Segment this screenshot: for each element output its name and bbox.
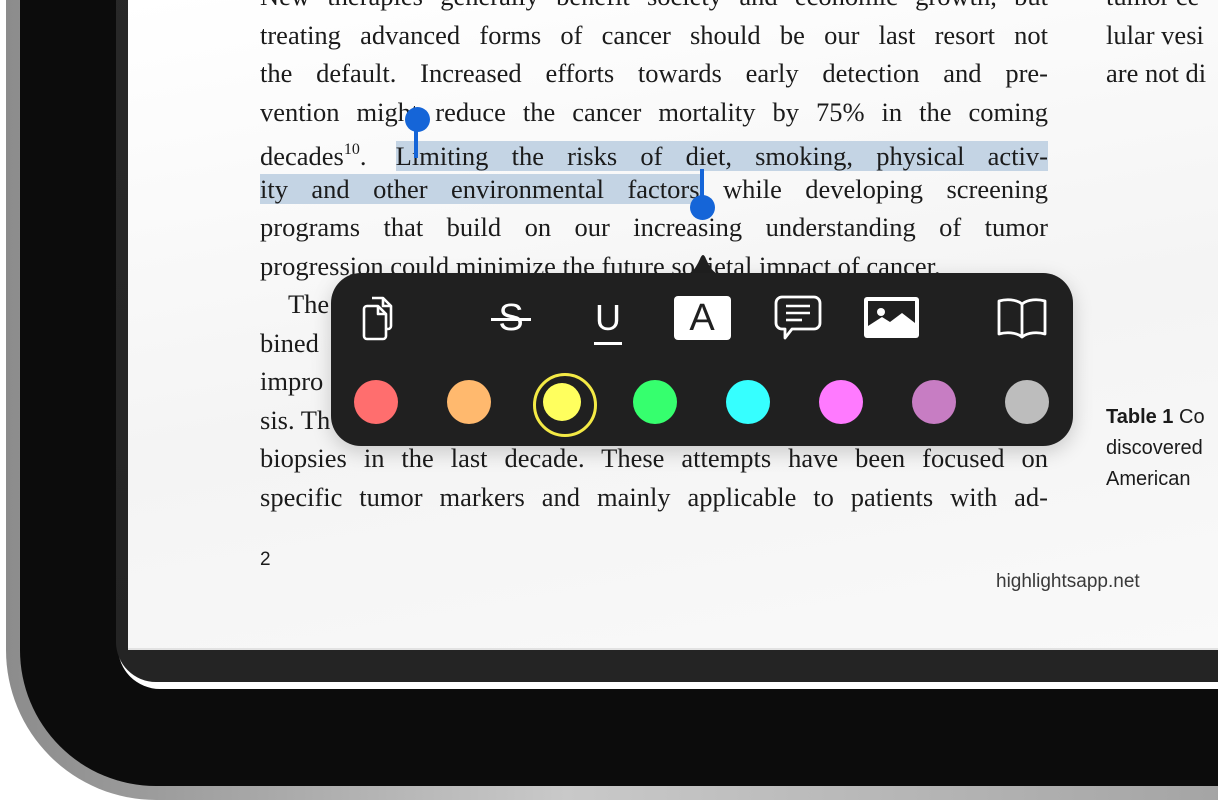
color-swatch-pink[interactable] <box>819 380 863 424</box>
comment-button[interactable] <box>768 291 828 345</box>
text-segment[interactable]: decades <box>260 141 344 171</box>
right-text-column[interactable]: tumor ce lular vesi are not di <box>1106 0 1218 93</box>
text-line[interactable]: tumor ce <box>1106 0 1218 16</box>
color-swatch-purple[interactable] <box>912 380 956 424</box>
selection-start-caret <box>414 130 418 158</box>
caption-text: Co <box>1173 406 1205 428</box>
text-line[interactable]: vention might reduce the cancer mortalit… <box>260 93 1048 132</box>
underline-icon: U <box>594 300 622 345</box>
text-line-selection-end[interactable]: ity and other environmental factors whil… <box>260 170 1048 209</box>
text-line[interactable]: lular vesi <box>1106 16 1218 55</box>
selected-text[interactable]: Limiting the risks of diet, smoking, phy… <box>395 141 1048 171</box>
text-line[interactable]: are not di <box>1106 54 1218 93</box>
underline-button[interactable]: U <box>578 291 638 345</box>
highlight-icon: A <box>673 296 731 340</box>
caption-text: American <box>1106 468 1191 490</box>
text-segment[interactable]: . <box>360 141 390 171</box>
table-caption[interactable]: Table 1 Co discovered American <box>1106 402 1218 495</box>
color-swatch-yellow[interactable] <box>533 373 597 437</box>
color-swatch-orange[interactable] <box>447 380 491 424</box>
color-swatch-cyan[interactable] <box>726 380 770 424</box>
text-line[interactable]: treating advanced forms of cancer should… <box>260 16 1048 55</box>
copy-button[interactable] <box>350 291 410 345</box>
text-segment[interactable]: while developing screening <box>700 174 1048 204</box>
text-line[interactable]: New therapies generally benefit society … <box>260 0 1048 16</box>
comment-icon <box>774 295 822 340</box>
table-label: Table 1 <box>1106 406 1174 428</box>
text-line[interactable]: programs that build on our increasing un… <box>260 208 1048 247</box>
image-icon <box>864 297 919 338</box>
popup-pointer <box>683 255 723 275</box>
copy-icon <box>362 296 393 341</box>
book-icon <box>997 298 1047 339</box>
selected-text[interactable]: ity and other environmental factors <box>260 173 700 204</box>
color-swatch-green[interactable] <box>633 380 677 424</box>
highlight-button[interactable]: A <box>672 291 732 345</box>
citation-superscript[interactable]: 10 <box>344 141 360 158</box>
strikethrough-icon: S <box>491 299 531 337</box>
annotation-popup-menu: S U A <box>331 273 1073 446</box>
add-image-button[interactable] <box>862 291 922 345</box>
footer-url: highlightsapp.net <box>996 571 1140 592</box>
strikethrough-button[interactable]: S <box>481 291 541 345</box>
text-line-selection-start[interactable]: decades10. Limiting the risks of diet, s… <box>260 131 1048 171</box>
page-number: 2 <box>260 549 271 570</box>
selection-end-handle[interactable] <box>690 195 715 220</box>
dictionary-button[interactable] <box>992 291 1052 345</box>
text-line[interactable]: specific tumor markers and mainly applic… <box>260 478 1048 517</box>
caption-text: discovered <box>1106 437 1203 459</box>
text-line[interactable]: the default. Increased efforts towards e… <box>260 54 1048 93</box>
color-swatch-gray[interactable] <box>1005 380 1049 424</box>
color-swatch-red[interactable] <box>354 380 398 424</box>
selection-end-caret <box>700 169 704 198</box>
selection-start-handle[interactable] <box>405 107 430 132</box>
